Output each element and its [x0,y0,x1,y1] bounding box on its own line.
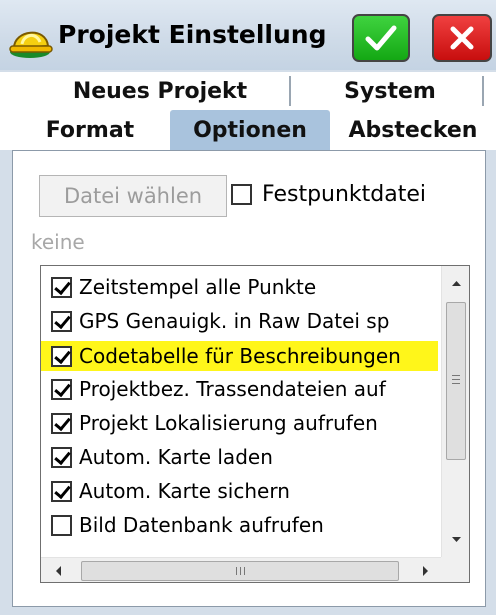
horizontal-scroll-thumb[interactable] [81,561,399,581]
checkbox-checked[interactable] [51,412,72,434]
list-item[interactable]: Bild Datenbank aufrufen [51,510,324,540]
list-item[interactable]: GPS Genauigk. in Raw Datei sp [51,306,389,336]
tab-row-2: Format Optionen Abstecken [0,110,496,150]
vertical-scrollbar[interactable] [441,266,470,557]
tab-format[interactable]: Format [20,110,160,150]
list-item[interactable]: Projekt Lokalisierung aufrufen [51,408,378,438]
current-file-value: keine [31,230,85,254]
list-item[interactable]: Autom. Karte laden [51,442,273,472]
option-label: Autom. Karte sichern [79,479,290,503]
horizontal-scrollbar[interactable] [41,557,441,583]
option-label: Bild Datenbank aufrufen [79,513,324,537]
checkbox-checked[interactable] [51,480,72,502]
tab-abstecken[interactable]: Abstecken [333,110,493,150]
tab-neues-projekt[interactable]: Neues Projekt [40,72,280,110]
scroll-down-arrow-icon[interactable] [442,529,470,551]
tab-separator [289,76,291,106]
checkmark-icon [365,25,397,51]
options-list[interactable]: Zeitstempel alle Punkte GPS Genauigk. in… [40,265,470,583]
options-panel: Datei wählen Festpunktdatei keine Zeitst… [12,150,486,607]
tab-optionen[interactable]: Optionen [170,110,330,150]
option-label: Projektbez. Trassendateien auf [79,377,386,401]
option-label: GPS Genauigk. in Raw Datei sp [79,309,390,333]
tab-separator [482,76,484,106]
checkbox-checked[interactable] [51,310,72,332]
option-label: Autom. Karte laden [79,445,273,469]
option-label: Codetabelle für Beschreibungen [79,344,401,368]
tab-row-1: Neues Projekt System [0,72,496,110]
scrollbar-corner [441,557,469,582]
choose-file-button[interactable]: Datei wählen [39,175,227,217]
tab-system[interactable]: System [310,72,470,110]
list-item-highlighted[interactable]: Codetabelle für Beschreibungen [41,341,438,371]
scroll-right-arrow-icon[interactable] [413,558,437,583]
fixed-point-file-option[interactable]: Festpunktdatei [231,182,426,207]
checkbox-unchecked[interactable] [51,514,72,536]
list-item[interactable]: Projektbez. Trassendateien auf [51,374,386,404]
window-title: Projekt Einstellung [58,20,327,49]
title-bar: Projekt Einstellung [0,0,496,70]
vertical-scroll-thumb[interactable] [446,302,466,460]
checkbox-checked[interactable] [51,446,72,468]
grip-line [244,567,245,575]
grip-line [452,375,460,376]
close-icon [450,26,474,50]
scroll-up-arrow-icon[interactable] [442,272,470,294]
fixed-point-label: Festpunktdatei [262,182,427,207]
grip-line [452,383,460,384]
option-label: Zeitstempel alle Punkte [79,275,317,299]
option-label: Projekt Lokalisierung aufrufen [79,411,378,435]
hardhat-icon [9,31,53,58]
grip-line [452,379,460,380]
fixed-point-checkbox[interactable] [231,184,252,205]
list-item[interactable]: Zeitstempel alle Punkte [51,272,316,302]
cancel-button[interactable] [432,14,492,62]
list-item[interactable]: Autom. Karte sichern [51,476,290,506]
options-list-items: Zeitstempel alle Punkte GPS Genauigk. in… [41,266,438,557]
ok-button[interactable] [352,14,410,62]
checkbox-checked[interactable] [51,378,72,400]
checkbox-checked[interactable] [51,276,72,298]
grip-line [240,567,241,575]
grip-line [236,567,237,575]
scroll-left-arrow-icon[interactable] [47,558,71,583]
checkbox-checked[interactable] [51,345,72,367]
